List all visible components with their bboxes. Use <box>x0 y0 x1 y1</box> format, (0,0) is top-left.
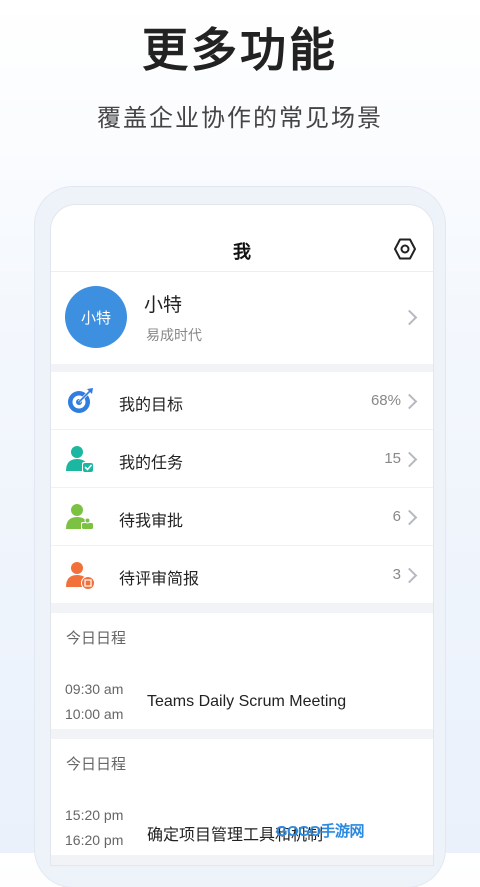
promo-headline: 更多功能 <box>142 24 338 76</box>
profile-card[interactable]: 小特 小特 易成时代 <box>51 272 433 364</box>
profile-organization: 易成时代 <box>146 327 202 343</box>
chevron-right-icon <box>401 309 418 326</box>
menu-item-pending-approval[interactable]: 待我审批 6 <box>51 488 433 546</box>
menu-item-pending-reports[interactable]: 待评审简报 3 <box>51 546 433 603</box>
menu-label: 待评审简报 <box>119 571 200 588</box>
menu-item-my-tasks[interactable]: 我的任务 15 <box>51 430 433 488</box>
hexagon-settings-icon <box>394 238 416 260</box>
menu-label: 我的任务 <box>119 455 184 472</box>
menu-item-my-goals[interactable]: 我的目标 68% <box>51 372 433 430</box>
task-count: 15 <box>384 450 401 467</box>
schedule-start-time: 15:20 pm <box>65 807 124 823</box>
app-screen: 我 小特 小特 易成时代 我的目标 68% 我的任务 15 待我审批 6 待评审… <box>50 204 434 866</box>
promo-subline: 覆盖企业协作的常见场景 <box>97 105 383 132</box>
watermark-logo: GOGO手游网 <box>275 823 365 840</box>
schedule-header: 今日日程 <box>66 630 127 647</box>
work-menu: 我的目标 68% 我的任务 15 待我审批 6 待评审简报 3 <box>51 372 433 603</box>
report-user-icon <box>66 562 95 590</box>
schedule-start-time: 09:30 am <box>65 681 124 697</box>
settings-button[interactable] <box>393 237 417 261</box>
schedule-card[interactable]: 今日日程 09:30 am 10:00 am Teams Daily Scrum… <box>51 613 433 729</box>
task-user-icon <box>66 446 94 473</box>
target-icon <box>68 388 93 413</box>
schedule-card[interactable]: 今日日程 15:20 pm 16:20 pm 确定项目管理工具和机制 <box>51 739 433 855</box>
approval-user-icon <box>66 504 94 530</box>
page-title: 我 <box>233 242 251 262</box>
chevron-right-icon <box>401 451 418 468</box>
top-navbar: 我 <box>51 205 433 272</box>
goal-progress-value: 68% <box>370 392 401 409</box>
report-count: 3 <box>392 566 401 583</box>
schedule-header: 今日日程 <box>66 756 127 773</box>
menu-label: 我的目标 <box>119 397 184 414</box>
schedule-title: Teams Daily Scrum Meeting <box>147 693 347 710</box>
schedule-end-time: 16:20 pm <box>65 832 124 848</box>
chevron-right-icon <box>401 509 418 526</box>
approval-count: 6 <box>392 508 401 525</box>
menu-label: 待我审批 <box>119 513 184 530</box>
profile-name: 小特 <box>144 295 183 316</box>
avatar: 小特 <box>65 286 127 348</box>
chevron-right-icon <box>401 393 418 410</box>
schedule-end-time: 10:00 am <box>65 706 124 722</box>
chevron-right-icon <box>401 567 418 584</box>
